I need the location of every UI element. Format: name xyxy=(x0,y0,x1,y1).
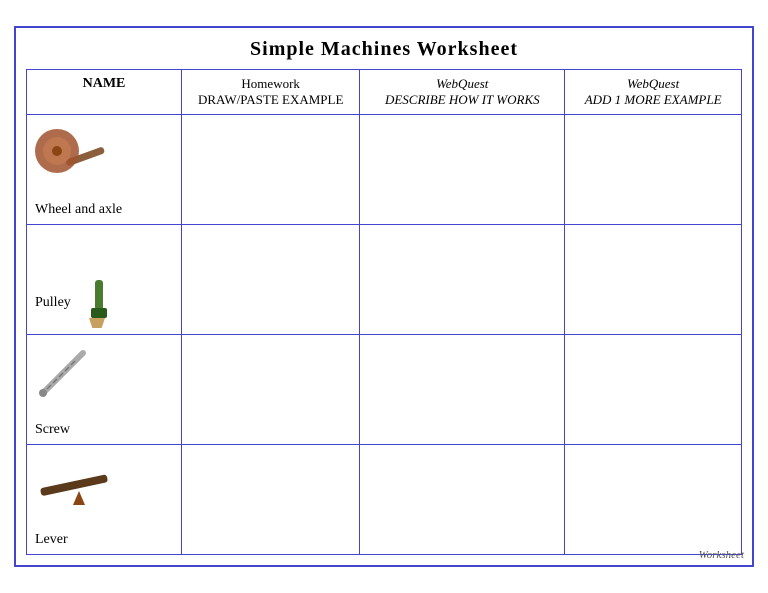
lever-wq2-cell[interactable] xyxy=(565,445,742,555)
lever-hw-cell[interactable] xyxy=(182,445,360,555)
wheel-axle-label: Wheel and axle xyxy=(35,202,122,218)
screw-label: Screw xyxy=(35,422,70,438)
screw-icon xyxy=(35,343,90,398)
table-row: Lever xyxy=(27,445,742,555)
watermark-label: Worksheet xyxy=(699,549,744,561)
pulley-wq2-cell[interactable] xyxy=(565,225,742,335)
wheel-axle-hw-cell[interactable] xyxy=(182,115,360,225)
col-header-wq1: WebQuestDESCRIBE HOW IT WORKS xyxy=(360,70,565,115)
screw-icon-area xyxy=(35,343,90,403)
screw-wq2-cell[interactable] xyxy=(565,335,742,445)
header-row: NAME HomeworkDRAW/PASTE EXAMPLE WebQuest… xyxy=(27,70,742,115)
screw-hw-cell[interactable] xyxy=(182,335,360,445)
wheel-axle-wq2-cell[interactable] xyxy=(565,115,742,225)
pulley-name-cell: Pulley xyxy=(27,225,182,335)
screw-name-cell: Screw xyxy=(27,335,182,445)
wheel-axle-icon-area xyxy=(35,123,110,198)
table-row: Screw xyxy=(27,335,742,445)
table-row: Pulley xyxy=(27,225,742,335)
pulley-row-content: Pulley xyxy=(35,270,173,328)
col-header-wq2: WebQuestADD 1 MORE EXAMPLE xyxy=(565,70,742,115)
lever-icon xyxy=(35,453,115,508)
wheel-axle-name-cell: Wheel and axle xyxy=(27,115,182,225)
screw-wq1-cell[interactable] xyxy=(360,335,565,445)
col-header-hw: HomeworkDRAW/PASTE EXAMPLE xyxy=(182,70,360,115)
table-row: Wheel and axle xyxy=(27,115,742,225)
pulley-icon xyxy=(75,278,120,328)
lever-wq1-cell[interactable] xyxy=(360,445,565,555)
wheel-axle-wq1-cell[interactable] xyxy=(360,115,565,225)
lever-label: Lever xyxy=(35,532,68,548)
lever-icon-area xyxy=(35,453,115,513)
worksheet-title: Simple Machines Worksheet xyxy=(26,38,742,61)
pulley-hw-cell[interactable] xyxy=(182,225,360,335)
wheel-axle-icon xyxy=(35,123,110,193)
worksheet-table: NAME HomeworkDRAW/PASTE EXAMPLE WebQuest… xyxy=(26,69,742,555)
pulley-label: Pulley xyxy=(35,295,71,311)
lever-name-cell: Lever xyxy=(27,445,182,555)
pulley-wq1-cell[interactable] xyxy=(360,225,565,335)
worksheet-container: Simple Machines Worksheet NAME HomeworkD… xyxy=(14,26,754,567)
col-header-name: NAME xyxy=(27,70,182,115)
